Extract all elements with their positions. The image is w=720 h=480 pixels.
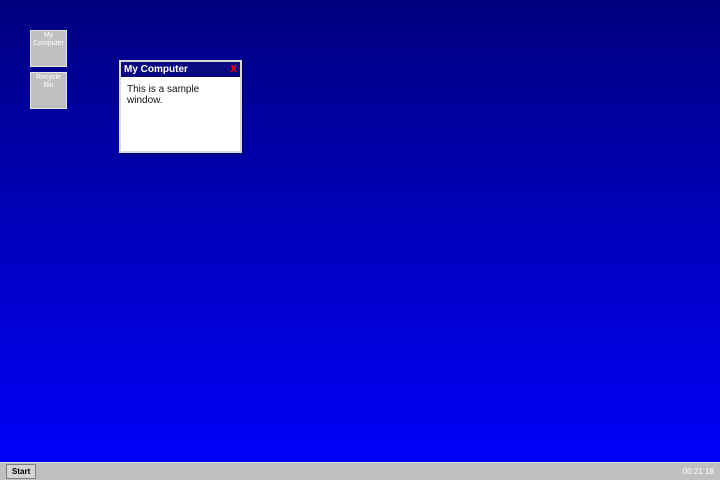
taskbar: Start 00:21:18 <box>0 462 720 480</box>
window-close-button[interactable]: X <box>230 64 237 75</box>
desktop: My Computer Recycle Bin My Computer X Th… <box>0 0 720 480</box>
my-computer-window: My Computer X This is a sample window. <box>119 60 242 153</box>
desktop-icon-my-computer[interactable]: My Computer <box>30 30 67 67</box>
desktop-icon-recycle-bin[interactable]: Recycle Bin <box>30 72 67 109</box>
taskbar-clock: 00:21:18 <box>682 467 714 476</box>
window-body: This is a sample window. <box>121 77 240 148</box>
desktop-icon-label: Recycle Bin <box>36 74 61 89</box>
window-body-text: This is a sample window. <box>127 84 200 106</box>
start-button[interactable]: Start <box>6 464 37 479</box>
desktop-icon-label: My Computer <box>33 32 64 47</box>
window-title-bar[interactable]: My Computer X <box>121 62 240 77</box>
window-title: My Computer <box>124 64 188 75</box>
